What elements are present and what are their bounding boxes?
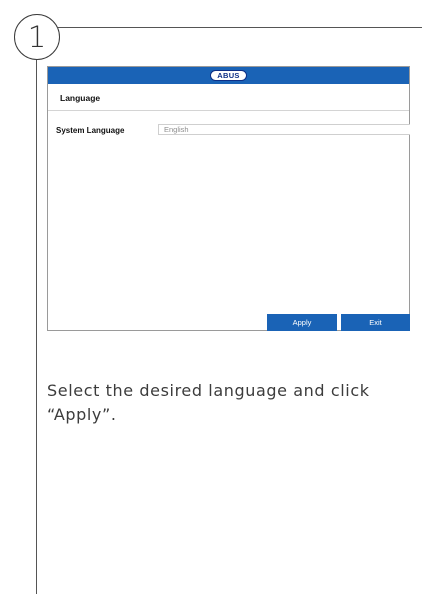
apply-button[interactable]: Apply (267, 314, 337, 331)
language-settings-screenshot: ABUS Language System Language English Ap… (47, 66, 410, 331)
abus-logo: ABUS (210, 70, 247, 81)
system-language-select[interactable]: English (158, 124, 410, 135)
system-language-label: System Language (56, 126, 125, 135)
screen-header-bar: ABUS (48, 67, 409, 84)
top-divider-line (58, 27, 422, 28)
section-divider (48, 110, 409, 111)
step-number: 1 (14, 14, 60, 60)
instruction-text: Select the desired language and click “A… (47, 381, 370, 424)
exit-button[interactable]: Exit (341, 314, 410, 331)
left-margin-line (36, 58, 37, 594)
section-title: Language (60, 93, 101, 103)
